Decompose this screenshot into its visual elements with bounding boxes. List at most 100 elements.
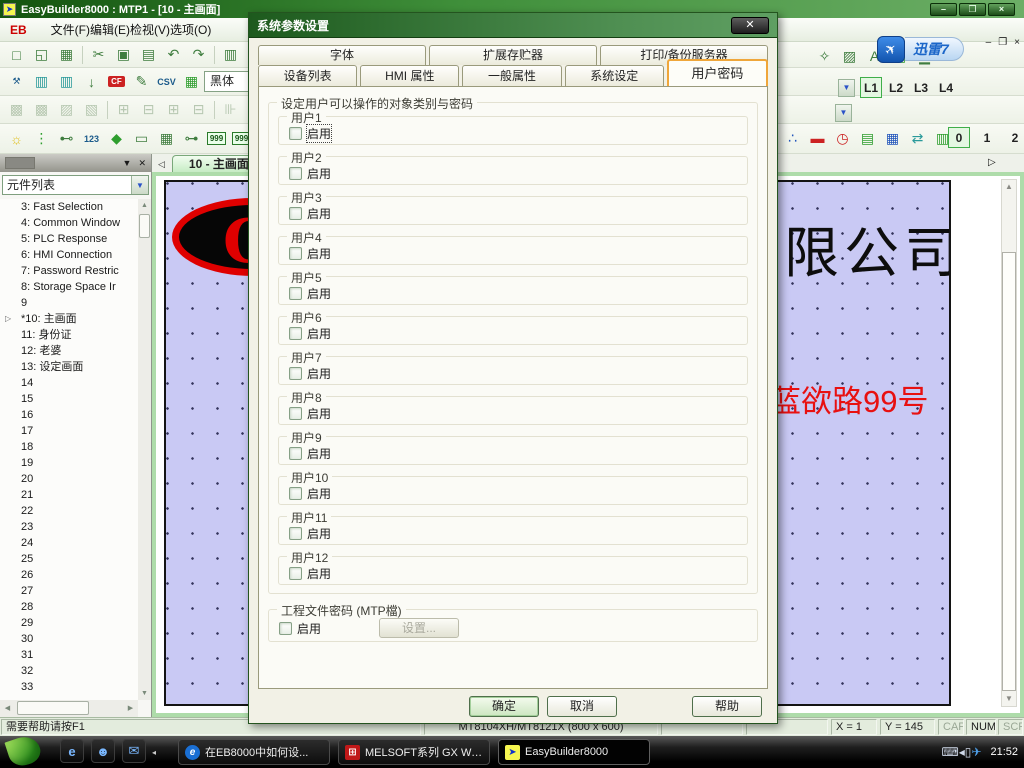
enable-label[interactable]: 启用 — [307, 485, 331, 502]
mdi-close-button[interactable]: × — [1014, 37, 1020, 48]
enable-checkbox[interactable] — [289, 167, 302, 180]
task-melsoft[interactable]: ⊞ MELSOFT系列 GX Wo... — [338, 739, 490, 765]
scroll-thumb[interactable] — [1002, 252, 1016, 691]
enable-label[interactable]: 启用 — [307, 285, 331, 302]
alarm-bar-button[interactable]: ▬ — [805, 127, 830, 149]
word-lamp-button[interactable]: ⋮ — [29, 128, 54, 150]
save-button[interactable]: ▦ — [54, 44, 79, 66]
enable-label[interactable]: 启用 — [307, 165, 331, 182]
tab-user-password[interactable]: 用户密码 — [667, 59, 768, 86]
enable-label[interactable]: 启用 — [307, 525, 331, 542]
expander-icon[interactable]: ▷ — [5, 311, 11, 327]
tree-item[interactable]: 23 — [0, 519, 138, 535]
menu-view[interactable]: 检视(V) — [130, 23, 170, 37]
state-button[interactable]: 2 — [1004, 127, 1024, 148]
tree-item[interactable]: 15 — [0, 391, 138, 407]
ok-button[interactable]: 确定 — [469, 696, 539, 717]
scroll-left-icon[interactable]: ◀ — [0, 700, 15, 717]
enable-checkbox[interactable] — [289, 127, 302, 140]
enable-checkbox[interactable] — [289, 247, 302, 260]
state-button[interactable]: 0 — [948, 127, 970, 148]
tree-item[interactable]: 4: Common Window — [0, 215, 138, 231]
enable-checkbox[interactable] — [289, 327, 302, 340]
tree-item[interactable]: 13: 设定画面 — [0, 359, 138, 375]
tree-item[interactable]: 11: 身份证 — [0, 327, 138, 343]
enable-label[interactable]: 启用 — [307, 245, 331, 262]
alarm-display-button[interactable]: ◷ — [830, 127, 855, 149]
task-easybuilder[interactable]: ➤ EasyBuilder8000 — [498, 739, 650, 765]
panel-view-combo[interactable]: 元件列表 ▼ — [2, 175, 149, 195]
mdi-restore-button[interactable]: ❐ — [998, 37, 1007, 48]
csv-export-button[interactable]: CSV — [154, 71, 179, 93]
enable-checkbox[interactable] — [289, 447, 302, 460]
dialog-titlebar[interactable]: 系统参数设置 ✕ — [249, 13, 777, 38]
enable-checkbox[interactable] — [289, 367, 302, 380]
paste-button[interactable]: ▤ — [136, 44, 161, 66]
function-key-button[interactable]: ◆ — [104, 128, 129, 150]
panel-close-icon[interactable]: ✕ — [138, 158, 146, 169]
task-browser[interactable]: e 在EB8000中如何设... — [178, 739, 330, 765]
tree-item[interactable]: 17 — [0, 423, 138, 439]
chevron-down-icon[interactable]: ▼ — [131, 176, 148, 194]
tree-item[interactable]: 33 — [0, 679, 138, 695]
font-size-combo[interactable]: ▼ — [838, 79, 855, 97]
tree-item[interactable]: 9 — [0, 295, 138, 311]
quicklaunch-ie-icon[interactable]: e — [60, 739, 84, 763]
close-button[interactable]: × — [988, 3, 1015, 16]
state-combo[interactable]: ▼ — [835, 104, 852, 122]
set-word-button[interactable]: 123 — [79, 128, 104, 150]
separator[interactable] — [211, 44, 218, 66]
tab-scroll-left-icon[interactable]: ◁ — [155, 159, 168, 172]
tray-keyboard-icon[interactable]: ⌨ — [941, 745, 958, 759]
align-top-button[interactable]: ⊟ — [186, 99, 211, 121]
tab-device-list[interactable]: 设备列表 — [258, 65, 357, 86]
help-button[interactable]: 帮助 — [692, 696, 762, 717]
simulate-button[interactable]: ▥ — [54, 71, 79, 93]
tab-extended-memory[interactable]: 扩展存贮器 — [429, 45, 597, 65]
tree-item[interactable]: 7: Password Restric — [0, 263, 138, 279]
tree-item[interactable]: 28 — [0, 599, 138, 615]
scroll-up-icon[interactable]: ▲ — [1002, 180, 1016, 194]
tree-vertical-scrollbar[interactable]: ▲ ▼ — [138, 199, 151, 700]
shape-icon[interactable]: ✧ — [812, 45, 837, 67]
tree-item[interactable]: 21 — [0, 487, 138, 503]
tree-item[interactable]: 30 — [0, 631, 138, 647]
tree-horizontal-scrollbar[interactable]: ◀ ▶ — [0, 700, 138, 717]
tree-item[interactable]: 19 — [0, 455, 138, 471]
tab-system-setting[interactable]: 系统设定 — [565, 65, 664, 86]
tree-item[interactable]: 22 — [0, 503, 138, 519]
quicklaunch-expand-icon[interactable]: ◂ — [152, 748, 156, 757]
enable-checkbox[interactable] — [289, 567, 302, 580]
scroll-down-icon[interactable]: ▼ — [1002, 692, 1016, 706]
scroll-thumb[interactable] — [139, 214, 150, 238]
layer-button[interactable]: L3 — [910, 77, 932, 98]
enable-checkbox[interactable] — [289, 527, 302, 540]
align-center-button[interactable]: ⊟ — [136, 99, 161, 121]
tree-item[interactable]: 3: Fast Selection — [0, 199, 138, 215]
scroll-right-icon[interactable]: ▶ — [123, 700, 138, 717]
open-button[interactable]: ◱ — [29, 44, 54, 66]
enable-label[interactable]: 启用 — [307, 565, 331, 582]
enable-label[interactable]: 启用 — [307, 405, 331, 422]
data-transfer-button[interactable]: ⇄ — [905, 127, 930, 149]
restore-button[interactable]: ❐ — [959, 3, 986, 16]
edit-button[interactable]: ✎ — [129, 71, 154, 93]
layer-button[interactable]: L4 — [935, 77, 957, 98]
distribute-button[interactable]: ⊪ — [218, 99, 243, 121]
enable-label[interactable]: 启用 — [297, 620, 321, 637]
group-button[interactable]: ▩ — [4, 99, 29, 121]
mdi-minimize-button[interactable]: – — [986, 37, 992, 48]
enable-label[interactable]: 启用 — [307, 325, 331, 342]
cancel-button[interactable]: 取消 — [547, 696, 617, 717]
tree-item[interactable]: 25 — [0, 551, 138, 567]
quicklaunch-mail-icon[interactable]: ✉ — [122, 739, 146, 763]
numeric-display-button[interactable]: 999 — [204, 128, 229, 150]
new-button[interactable]: □ — [4, 44, 29, 66]
cf-card-button[interactable]: CF — [104, 71, 129, 93]
cut-button[interactable]: ✂ — [86, 44, 111, 66]
tree-item[interactable]: 18 — [0, 439, 138, 455]
slide-switch-button[interactable]: ⊶ — [179, 128, 204, 150]
thunder-bird-icon[interactable]: ✈ — [877, 36, 905, 63]
tab-hmi-attributes[interactable]: HMI 属性 — [360, 65, 459, 86]
enable-checkbox[interactable] — [289, 207, 302, 220]
